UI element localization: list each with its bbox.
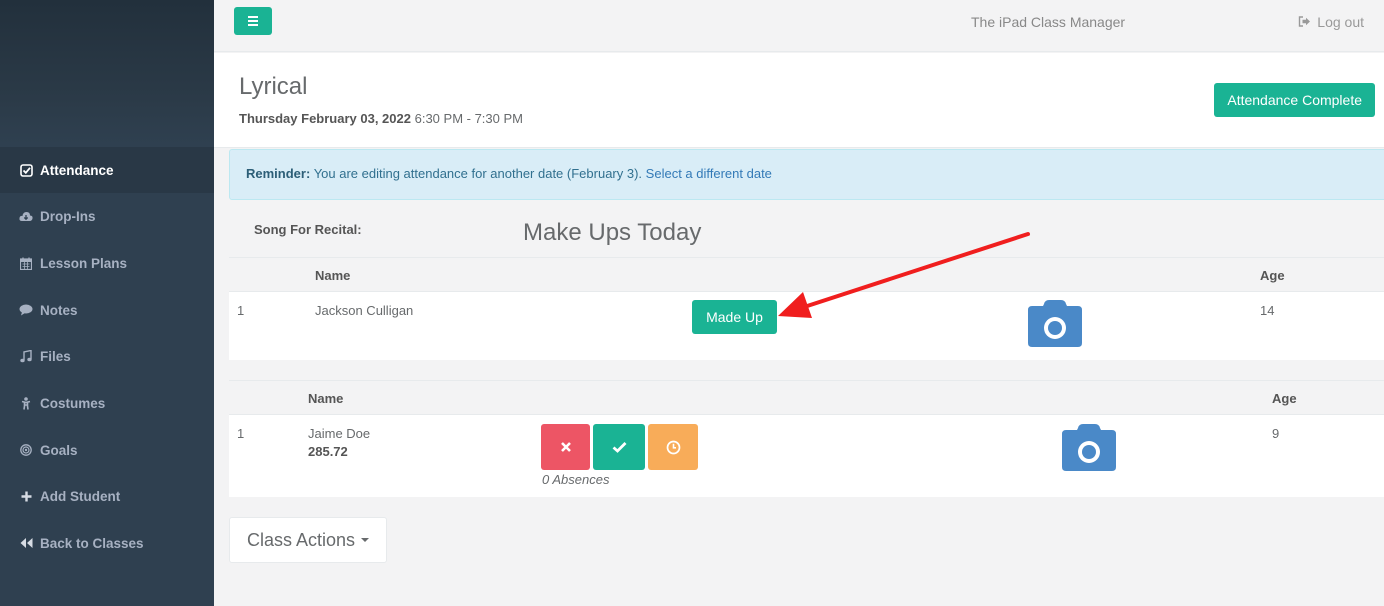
age-column-header: Age [1260, 268, 1285, 283]
sidebar-item-label: Files [40, 348, 71, 364]
reminder-text: You are editing attendance for another d… [313, 166, 643, 181]
sidebar-item-label: Notes [40, 302, 78, 318]
class-title: Lyrical [239, 73, 308, 100]
row-number: 1 [237, 303, 245, 318]
app-title: The iPad Class Manager [971, 14, 1126, 30]
sidebar-item-lesson-plans[interactable]: Lesson Plans [0, 240, 214, 286]
sidebar-item-label: Attendance [40, 162, 114, 178]
sidebar-item-notes[interactable]: Notes [0, 287, 214, 333]
bullseye-icon [18, 442, 34, 458]
sidebar-item-label: Add Student [40, 488, 121, 504]
makeups-table: Name Age 1 Jackson Culligan Made Up 14 [229, 257, 1384, 360]
reminder-alert: Reminder: You are editing attendance for… [229, 149, 1384, 200]
calendar-icon [18, 255, 34, 271]
table-row: 1 Jackson Culligan Made Up 14 [229, 292, 1384, 360]
makeups-title: Make Ups Today [523, 219, 702, 246]
class-date: Thursday February 03, 2022 [239, 111, 411, 126]
mark-absent-button[interactable] [541, 424, 590, 470]
absence-count: 0 Absences [542, 472, 610, 487]
hamburger-icon-line [248, 20, 258, 22]
sidebar-item-label: Goals [40, 442, 78, 458]
song-for-recital-label: Song For Recital: [254, 222, 362, 237]
name-column-header: Name [308, 391, 344, 406]
sidebar-header [0, 0, 214, 145]
sidebar-item-add-student[interactable]: Add Student [0, 473, 214, 519]
made-up-button[interactable]: Made Up [692, 300, 777, 334]
sidebar-item-label: Back to Classes [40, 535, 144, 551]
comment-icon [18, 302, 34, 318]
plus-icon [18, 488, 34, 504]
student-age: 14 [1260, 303, 1275, 318]
student-age: 9 [1272, 426, 1280, 441]
name-column-header: Name [315, 268, 351, 283]
clock-icon [666, 440, 680, 454]
sidebar-item-attendance[interactable]: Attendance [0, 147, 214, 193]
hamburger-icon-line [248, 24, 258, 26]
table-row: 1 Jaime Doe 285.72 0 Absences 9 [229, 415, 1384, 497]
class-time: 6:30 PM - 7:30 PM [414, 111, 523, 126]
student-balance: 285.72 [308, 444, 348, 459]
page-heading: Lyrical Thursday February 03, 2022 6:30 … [214, 53, 1384, 148]
table-header: Name Age [229, 257, 1384, 292]
sidebar-item-files[interactable]: Files [0, 333, 214, 379]
sidebar-item-label: Lesson Plans [40, 255, 128, 271]
caret-down-icon [361, 538, 370, 542]
sidebar-item-costumes[interactable]: Costumes [0, 380, 214, 426]
logout-link[interactable]: Log out [1298, 14, 1364, 30]
sidebar-item-back-to-classes[interactable]: Back to Classes [0, 520, 214, 566]
class-datetime: Thursday February 03, 2022 6:30 PM - 7:3… [239, 111, 523, 126]
class-actions-label: Class Actions [247, 529, 356, 550]
sidebar: Attendance Drop-Ins Lesson Plans Notes F… [0, 0, 214, 606]
sidebar-item-label: Drop-Ins [40, 208, 96, 224]
sidebar-item-goals[interactable]: Goals [0, 427, 214, 473]
check-square-icon [18, 162, 34, 178]
cloud-download-icon [18, 208, 34, 224]
sidebar-item-label: Costumes [40, 395, 106, 411]
logout-label: Log out [1317, 14, 1364, 30]
mark-present-button[interactable] [593, 424, 645, 470]
backward-icon [18, 535, 34, 551]
table-header: Name Age [229, 380, 1384, 415]
hamburger-icon [248, 16, 258, 18]
age-column-header: Age [1272, 391, 1297, 406]
camera-icon[interactable] [1062, 424, 1116, 476]
sign-out-icon [1298, 14, 1311, 30]
student-name: Jackson Culligan [315, 303, 414, 318]
child-icon [18, 395, 34, 411]
check-icon [612, 442, 626, 453]
select-date-link[interactable]: Select a different date [646, 166, 772, 181]
top-navbar: The iPad Class Manager Log out [214, 0, 1384, 52]
reminder-label: Reminder: [246, 166, 311, 181]
times-icon [560, 442, 571, 452]
student-name: Jaime Doe [308, 426, 371, 441]
sidebar-item-drop-ins[interactable]: Drop-Ins [0, 193, 214, 239]
camera-icon[interactable] [1028, 300, 1082, 352]
row-number: 1 [237, 426, 245, 441]
class-actions-dropdown[interactable]: Class Actions [229, 517, 387, 563]
mark-late-button[interactable] [648, 424, 698, 470]
roster-table: Name Age 1 Jaime Doe 285.72 0 Absences 9 [229, 380, 1384, 498]
attendance-complete-button[interactable]: Attendance Complete [1214, 83, 1375, 117]
music-icon [18, 348, 34, 364]
menu-toggle-button[interactable] [234, 7, 272, 35]
